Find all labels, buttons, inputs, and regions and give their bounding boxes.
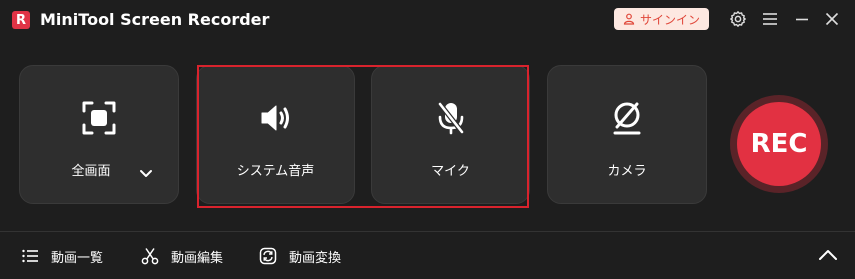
rec-button[interactable]: REC bbox=[737, 102, 821, 186]
video-edit-button[interactable]: 動画編集 bbox=[141, 246, 223, 266]
title-bar: R MiniTool Screen Recorder サインイン bbox=[0, 0, 855, 40]
bottom-bar: 動画一覧 動画編集 動画変換 bbox=[0, 232, 855, 279]
chevron-up-icon[interactable] bbox=[818, 249, 838, 261]
rec-label: REC bbox=[750, 129, 808, 159]
mic-card[interactable]: マイク bbox=[371, 65, 530, 204]
minimize-icon[interactable] bbox=[793, 10, 811, 28]
signin-label: サインイン bbox=[639, 12, 700, 27]
system-audio-card[interactable]: システム音声 bbox=[196, 65, 355, 204]
app-logo-letter: R bbox=[15, 12, 26, 28]
signin-button[interactable]: サインイン bbox=[614, 8, 709, 30]
user-icon bbox=[623, 13, 635, 25]
speaker-icon bbox=[197, 100, 354, 136]
video-convert-label: 動画変換 bbox=[289, 250, 342, 266]
camera-label: カメラ bbox=[607, 164, 647, 179]
list-icon bbox=[22, 249, 38, 263]
close-icon[interactable] bbox=[823, 10, 841, 28]
video-convert-button[interactable]: 動画変換 bbox=[259, 246, 341, 266]
camera-card[interactable]: カメラ bbox=[547, 65, 707, 204]
app-title: MiniTool Screen Recorder bbox=[40, 10, 270, 29]
camera-off-icon bbox=[548, 100, 706, 136]
video-list-label: 動画一覧 bbox=[51, 250, 104, 266]
mic-label: マイク bbox=[431, 164, 470, 179]
menu-icon[interactable] bbox=[761, 10, 779, 28]
scissors-icon bbox=[141, 248, 159, 265]
system-audio-label: システム音声 bbox=[236, 164, 315, 179]
video-list-button[interactable]: 動画一覧 bbox=[21, 246, 103, 266]
gear-icon[interactable] bbox=[729, 10, 747, 28]
fullscreen-card[interactable]: 全画面 bbox=[19, 65, 179, 204]
video-edit-label: 動画編集 bbox=[171, 250, 224, 266]
convert-icon bbox=[259, 247, 277, 265]
fullscreen-icon bbox=[20, 100, 178, 136]
mic-muted-icon bbox=[372, 100, 529, 136]
app-logo: R bbox=[12, 11, 30, 29]
chevron-down-icon[interactable] bbox=[139, 169, 153, 179]
